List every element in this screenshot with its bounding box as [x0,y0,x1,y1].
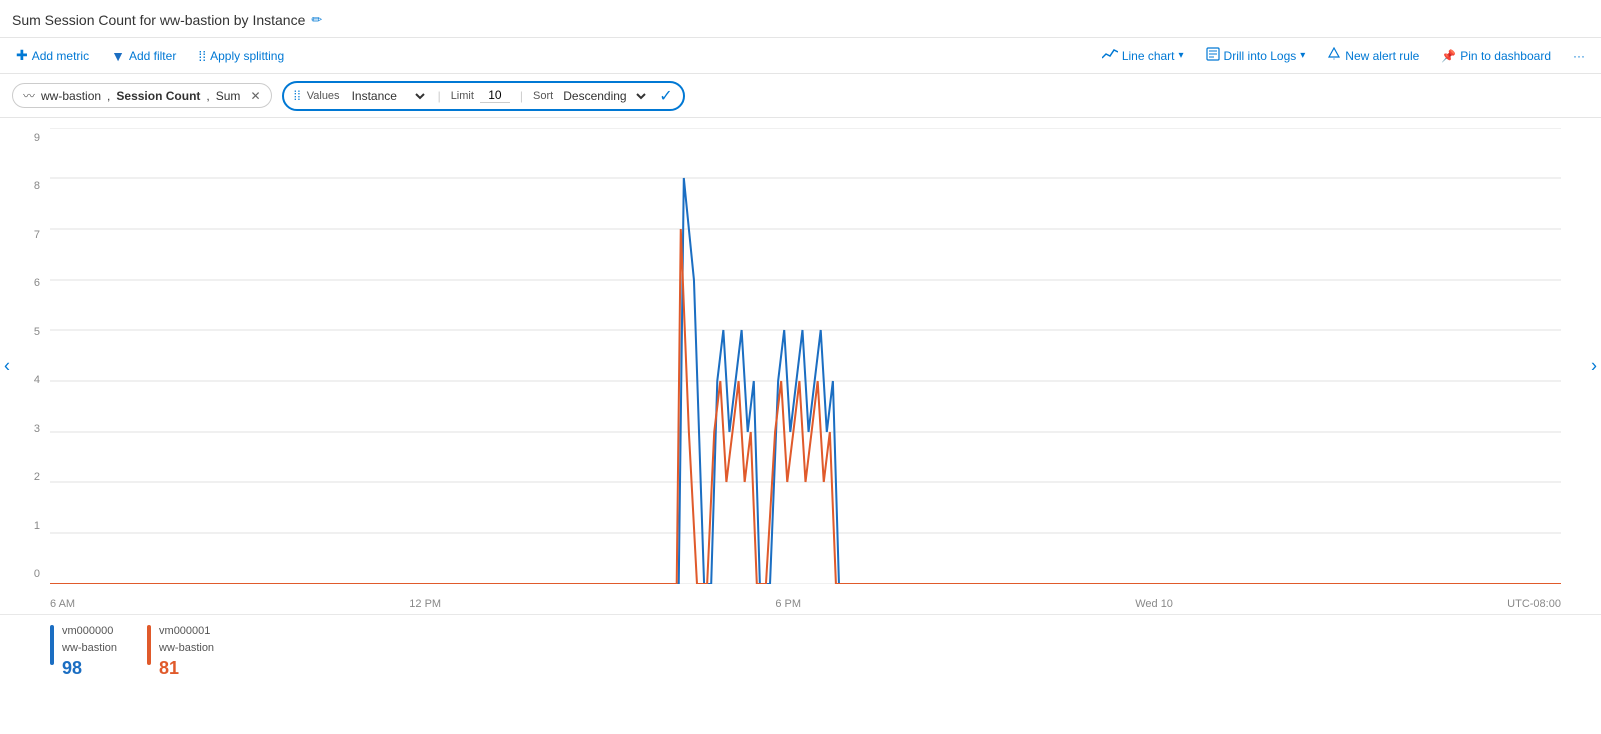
add-metric-button[interactable]: ✚ Add metric [12,45,93,66]
legend-sub-1: ww-bastion [159,640,214,657]
y-label-9: 9 [10,132,40,144]
legend-color-0 [50,625,54,665]
plus-icon: ✚ [16,47,28,64]
splitting-controls: ⁞⁞ Values Instance | Limit | Sort Descen… [282,81,685,111]
splitting-row: 〰 ww-bastion, Session Count, Sum ✕ ⁞⁞ Va… [0,74,1601,118]
metric-chip-name: ww-bastion [41,89,101,103]
y-label-2: 2 [10,471,40,483]
filter-icon: ▼ [111,48,125,64]
x-label-wed10: Wed 10 [1135,598,1173,610]
pin-icon: 📌 [1441,49,1456,63]
toolbar-left: ✚ Add metric ▼ Add filter ⁞⁞ Apply split… [12,45,288,66]
chart-area: ‹ › 0 1 2 3 4 5 6 7 8 9 6 AM [0,118,1601,614]
drill-logs-icon [1206,47,1220,64]
metric-chip-icon: 〰 [23,87,35,104]
pin-dashboard-label: Pin to dashboard [1460,49,1551,63]
chart-nav-right[interactable]: › [1591,356,1597,377]
y-label-1: 1 [10,520,40,532]
y-label-5: 5 [10,326,40,338]
y-axis: 0 1 2 3 4 5 6 7 8 9 [10,128,40,584]
splitting-sep1: | [438,89,441,103]
x-label-12pm: 12 PM [409,598,441,610]
new-alert-label: New alert rule [1345,49,1419,63]
title-bar: Sum Session Count for ww-bastion by Inst… [0,0,1601,38]
y-label-6: 6 [10,277,40,289]
legend-item-1: vm000001 ww-bastion 81 [147,623,214,679]
legend-color-1 [147,625,151,665]
y-label-8: 8 [10,180,40,192]
limit-input[interactable] [480,88,510,103]
more-options-button[interactable]: ··· [1569,47,1589,65]
y-label-7: 7 [10,229,40,241]
add-filter-label: Add filter [129,49,176,63]
x-label-6am: 6 AM [50,598,75,610]
legend-details-1: vm000001 ww-bastion 81 [159,623,214,679]
legend-area: vm000000 ww-bastion 98 vm000001 ww-basti… [0,614,1601,694]
legend-name-0: vm000000 [62,623,117,640]
splitting-grid-icon: ⁞⁞ [294,88,301,103]
chart-title-area: Sum Session Count for ww-bastion by Inst… [12,12,322,28]
new-alert-button[interactable]: New alert rule [1323,45,1423,66]
chart-title: Sum Session Count for ww-bastion by Inst… [12,12,305,28]
drill-logs-label: Drill into Logs [1224,49,1297,63]
line-chart-icon [1102,48,1118,63]
legend-value-1: 81 [159,658,214,679]
chart-nav-left[interactable]: ‹ [4,356,10,377]
drill-logs-chevron: ▾ [1300,50,1305,61]
metric-chip-agg: Sum [216,89,241,103]
x-label-utc: UTC-08:00 [1507,598,1561,610]
metric-chip-close[interactable]: ✕ [250,89,260,103]
values-label: Values [307,90,340,102]
splitting-sep2: | [520,89,523,103]
apply-splitting-label: Apply splitting [210,49,284,63]
legend-value-0: 98 [62,658,117,679]
y-label-4: 4 [10,374,40,386]
legend-details-0: vm000000 ww-bastion 98 [62,623,117,679]
chart-svg [50,128,1561,584]
y-label-0: 0 [10,568,40,580]
splitting-confirm-icon[interactable]: ✓ [659,86,672,106]
x-label-6pm: 6 PM [775,598,801,610]
add-metric-label: Add metric [32,49,89,63]
line-chart-label: Line chart [1122,49,1175,63]
y-label-3: 3 [10,423,40,435]
drill-logs-button[interactable]: Drill into Logs ▾ [1202,45,1310,66]
legend-sub-0: ww-bastion [62,640,117,657]
add-filter-button[interactable]: ▼ Add filter [107,46,180,66]
x-axis: 6 AM 12 PM 6 PM Wed 10 UTC-08:00 [50,598,1561,610]
line-chart-chevron: ▾ [1179,50,1184,61]
pin-dashboard-button[interactable]: 📌 Pin to dashboard [1437,47,1555,65]
toolbar-right: Line chart ▾ Drill into Logs ▾ [1098,45,1589,66]
legend-item-0: vm000000 ww-bastion 98 [50,623,117,679]
orange-line [50,229,1561,584]
more-icon: ··· [1573,49,1585,63]
metric-chip: 〰 ww-bastion, Session Count, Sum ✕ [12,83,272,108]
values-select[interactable]: Instance [348,88,428,104]
sort-label: Sort [533,90,553,102]
splitting-icon: ⁞⁞ [198,48,206,64]
sort-select[interactable]: Descending [559,88,649,104]
apply-splitting-button[interactable]: ⁞⁞ Apply splitting [194,46,288,66]
line-chart-button[interactable]: Line chart ▾ [1098,46,1188,65]
legend-name-1: vm000001 [159,623,214,640]
toolbar: ✚ Add metric ▼ Add filter ⁞⁞ Apply split… [0,38,1601,74]
edit-title-icon[interactable]: ✏ [311,12,322,28]
limit-label: Limit [451,90,474,102]
alert-icon [1327,47,1341,64]
metric-chip-metric: Session Count [116,89,200,103]
